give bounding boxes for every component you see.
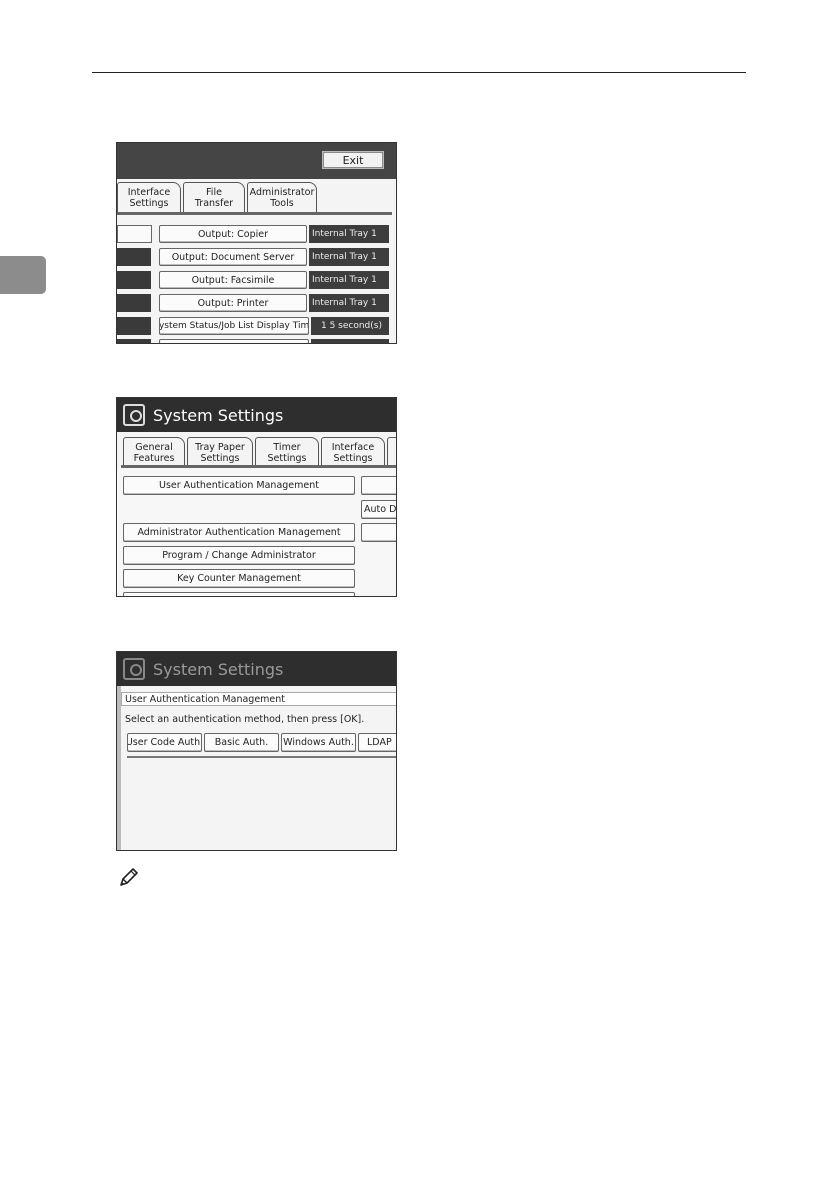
left-button-2[interactable] xyxy=(117,271,151,289)
tab-general-features[interactable]: General Features xyxy=(123,437,185,467)
next-row-button[interactable] xyxy=(159,339,309,343)
dialog-header: User Authentication Management xyxy=(121,692,396,706)
user-authentication-management-button[interactable]: User Authentication Management xyxy=(123,476,355,495)
header-rule xyxy=(92,72,746,73)
job-list-display-time-value: 1 5 second(s) xyxy=(311,317,389,335)
left-button-4[interactable] xyxy=(117,317,151,335)
instruction-text: Select an authentication method, then pr… xyxy=(125,714,365,725)
tab-administrator-tools[interactable]: Administrator Tools xyxy=(247,182,317,213)
administrator-authentication-management-button[interactable]: Administrator Authentication Management xyxy=(123,523,355,542)
tab-timer-settings[interactable]: Timer Settings xyxy=(255,437,319,467)
tab-bar: General Features Tray Paper Settings Tim… xyxy=(117,432,396,468)
output-facsimile-value: Internal Tray 1 xyxy=(309,271,389,289)
next-row-value xyxy=(311,339,389,343)
settings-body: User Authentication Management Auto De A… xyxy=(117,468,396,596)
exit-button[interactable]: Exit xyxy=(322,151,384,169)
job-list-display-time-button[interactable]: System Status/Job List Display Time xyxy=(159,317,309,335)
window-title: System Settings xyxy=(153,405,284,425)
output-document-server-button[interactable]: Output: Document Server xyxy=(159,248,307,266)
auto-delete-button[interactable]: Auto De xyxy=(361,500,396,519)
left-button-1[interactable] xyxy=(117,248,151,266)
pencil-note-icon xyxy=(120,868,138,886)
left-button-0[interactable] xyxy=(117,225,152,243)
output-copier-value: Internal Tray 1 xyxy=(309,225,389,243)
output-document-server-value: Internal Tray 1 xyxy=(309,248,389,266)
next-button[interactable] xyxy=(123,592,355,596)
basic-auth-button[interactable]: Basic Auth. xyxy=(204,733,279,752)
options-divider xyxy=(127,756,396,758)
screenshot-system-settings: System Settings General Features Tray Pa… xyxy=(116,397,397,597)
output-printer-value: Internal Tray 1 xyxy=(309,294,389,312)
user-code-auth-button[interactable]: User Code Auth. xyxy=(127,733,202,752)
right-button-0[interactable] xyxy=(361,476,396,495)
system-settings-icon xyxy=(123,658,145,680)
title-bar: System Settings xyxy=(117,652,396,686)
screenshot-user-auth-management: System Settings User Authentication Mana… xyxy=(116,651,397,851)
ldap-auth-button[interactable]: LDAP xyxy=(358,733,396,752)
chapter-tab xyxy=(0,256,46,294)
tab-file-transfer[interactable]: File Transfer xyxy=(183,182,245,213)
output-printer-button[interactable]: Output: Printer xyxy=(159,294,307,312)
left-button-5[interactable] xyxy=(117,339,151,343)
window-title: System Settings xyxy=(153,659,284,679)
tab-interface-settings[interactable]: Interface Settings xyxy=(321,437,385,467)
system-settings-icon xyxy=(123,404,145,426)
output-facsimile-button[interactable]: Output: Facsimile xyxy=(159,271,307,289)
screenshot-tools-settings: Exit Interface Settings File Transfer Ad… xyxy=(116,142,397,344)
dialog-edge xyxy=(117,686,121,850)
output-copier-button[interactable]: Output: Copier xyxy=(159,225,307,243)
top-bar: Exit xyxy=(117,143,396,179)
right-button-2[interactable] xyxy=(361,523,396,542)
settings-list: Output: Copier Internal Tray 1 Output: D… xyxy=(117,217,396,343)
tab-underline xyxy=(117,212,392,215)
tab-next[interactable] xyxy=(387,437,396,467)
tab-tray-paper-settings[interactable]: Tray Paper Settings xyxy=(187,437,253,467)
title-bar: System Settings xyxy=(117,398,396,432)
windows-auth-button[interactable]: Windows Auth. xyxy=(281,733,356,752)
tab-interface-settings[interactable]: Interface Settings xyxy=(117,182,181,213)
dialog-body xyxy=(117,686,396,850)
program-change-administrator-button[interactable]: Program / Change Administrator xyxy=(123,546,355,565)
tab-bar: Interface Settings File Transfer Adminis… xyxy=(117,179,396,217)
left-button-3[interactable] xyxy=(117,294,151,312)
key-counter-management-button[interactable]: Key Counter Management xyxy=(123,569,355,588)
